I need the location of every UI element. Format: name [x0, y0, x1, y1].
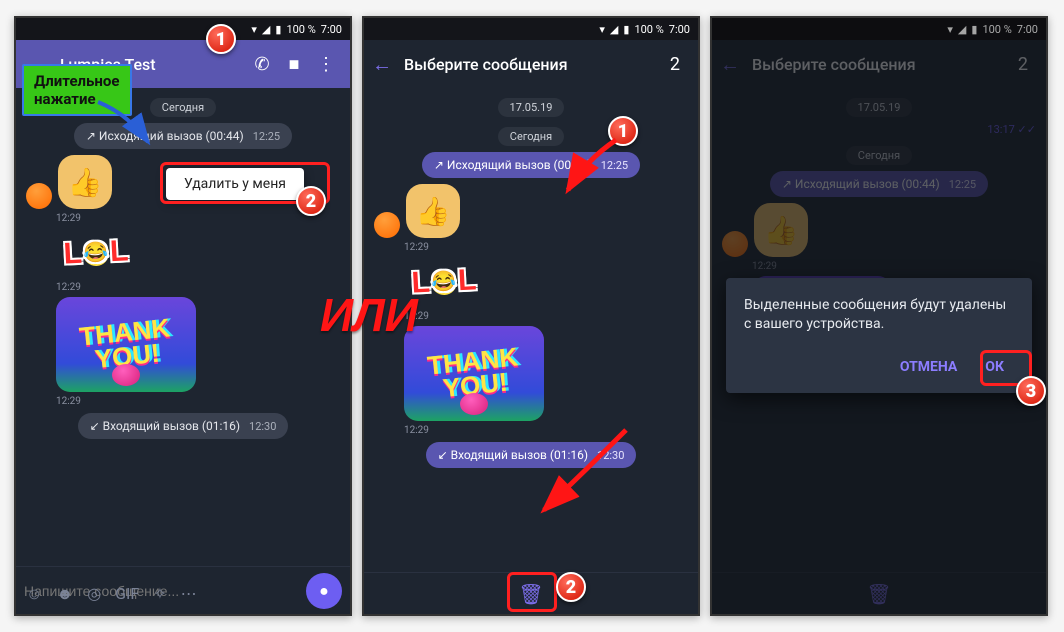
call-text: ↙ Входящий вызов (01:16) — [90, 419, 240, 433]
step-badge-2b: 2 — [556, 572, 586, 602]
highlight-box-trash — [507, 572, 557, 612]
status-bar: ▾ ◢ ▮ 100 % 7:00 — [16, 18, 350, 40]
wifi-icon: ▾ — [599, 23, 605, 36]
incoming-call-entry-selected[interactable]: ↙ Входящий вызов (01:16) 12:30 — [426, 442, 637, 468]
emoji-icon[interactable]: ☻ — [56, 584, 73, 604]
outgoing-call-entry-selected[interactable]: ↗ Исходящий вызов (00:44) 12:25 — [422, 152, 640, 178]
callout-long-press: Длительное нажатие — [22, 64, 132, 116]
call-time: 12:30 — [249, 420, 276, 433]
date-separator-today: Сегодня — [498, 127, 564, 146]
call-time: 12:25 — [253, 130, 280, 143]
back-icon[interactable]: ← — [372, 52, 400, 77]
signal-icon: ◢ — [262, 23, 270, 36]
message-sticker-thankyou[interactable]: THANK YOU! — [404, 326, 688, 421]
sticker-thumbsup — [58, 155, 112, 209]
selection-title: Выберите сообщения — [400, 55, 660, 74]
timestamp: 12:29 — [404, 425, 698, 436]
more-icon[interactable]: ⋯ — [181, 584, 197, 604]
call-icon[interactable]: ✆ — [246, 54, 278, 75]
menu-icon[interactable]: ⋮ — [310, 54, 342, 75]
timestamp: 12:29 — [404, 242, 698, 253]
sticker-thankyou: THANK YOU! — [56, 297, 196, 392]
message-sticker-thankyou[interactable]: THANK YOU! — [56, 297, 340, 392]
step-badge-3: 3 — [1016, 376, 1046, 406]
battery-icon: ▮ — [275, 23, 281, 36]
camera-icon[interactable]: ◎ — [87, 584, 101, 604]
video-icon[interactable]: ■ — [278, 54, 310, 75]
attach-icon[interactable]: ✧ — [153, 584, 166, 604]
composer-icon-row: ☺ ☻ ◎ GIF ✧ ⋯ — [16, 578, 207, 614]
sticker-lol: LL — [55, 226, 138, 280]
dialog-cancel-button[interactable]: ОТМЕНА — [890, 352, 967, 383]
message-sticker-thumbsup[interactable] — [374, 184, 688, 238]
selection-count: 2 — [660, 54, 690, 75]
gif-icon[interactable]: GIF — [115, 584, 139, 604]
sticker-thumbsup — [406, 184, 460, 238]
selection-appbar: ← Выберите сообщения 2 — [364, 40, 698, 88]
step-badge-1a: 1 — [206, 24, 236, 54]
phone-screenshot-3: ▾ ◢ ▮ 100 % 7:00 ← Выберите сообщения 2 … — [710, 16, 1048, 616]
timestamp: 12:29 — [56, 282, 350, 293]
sticker-thankyou: THANK YOU! — [404, 326, 544, 421]
dialog-text: Выделенные сообщения будут удалены с ваш… — [744, 296, 1014, 334]
call-time: 12:30 — [597, 449, 624, 462]
battery-icon: ▮ — [623, 23, 629, 36]
call-time: 12:25 — [601, 159, 628, 172]
step-badge-2a: 2 — [296, 186, 326, 216]
call-text: ↗ Исходящий вызов (00:44) — [86, 129, 244, 143]
or-label: ИЛИ — [320, 288, 418, 342]
wifi-icon: ▾ — [251, 23, 257, 36]
avatar — [26, 183, 52, 209]
mic-button[interactable]: ● — [306, 573, 342, 609]
step-badge-1b: 1 — [608, 116, 638, 146]
phone-screenshot-1: ▾ ◢ ▮ 100 % 7:00 ← Lumpics Test ✆ ■ ⋮ Се… — [14, 16, 352, 616]
clock: 7:00 — [669, 23, 690, 36]
incoming-call-entry[interactable]: ↙ Входящий вызов (01:16) 12:30 — [78, 413, 289, 439]
sticker-icon[interactable]: ☺ — [26, 584, 42, 604]
call-text: ↙ Входящий вызов (01:16) — [438, 448, 588, 462]
battery-text: 100 % — [634, 23, 663, 36]
date-separator-prev: 17.05.19 — [498, 98, 565, 117]
timestamp: 12:29 — [404, 311, 698, 322]
message-sticker-lol[interactable]: LL — [404, 257, 688, 307]
outgoing-call-entry[interactable]: ↗ Исходящий вызов (00:44) 12:25 — [74, 123, 292, 149]
date-separator-today: Сегодня — [150, 98, 216, 117]
timestamp: 12:29 — [56, 396, 350, 407]
battery-text: 100 % — [286, 23, 315, 36]
call-text: ↗ Исходящий вызов (00:44) — [434, 158, 592, 172]
chat-body: Сегодня ↗ Исходящий вызов (00:44) 12:25 … — [16, 88, 350, 566]
signal-icon: ◢ — [610, 23, 618, 36]
clock: 7:00 — [321, 23, 342, 36]
avatar — [374, 212, 400, 238]
message-sticker-lol[interactable]: LL — [56, 228, 340, 278]
status-bar: ▾ ◢ ▮ 100 % 7:00 — [364, 18, 698, 40]
